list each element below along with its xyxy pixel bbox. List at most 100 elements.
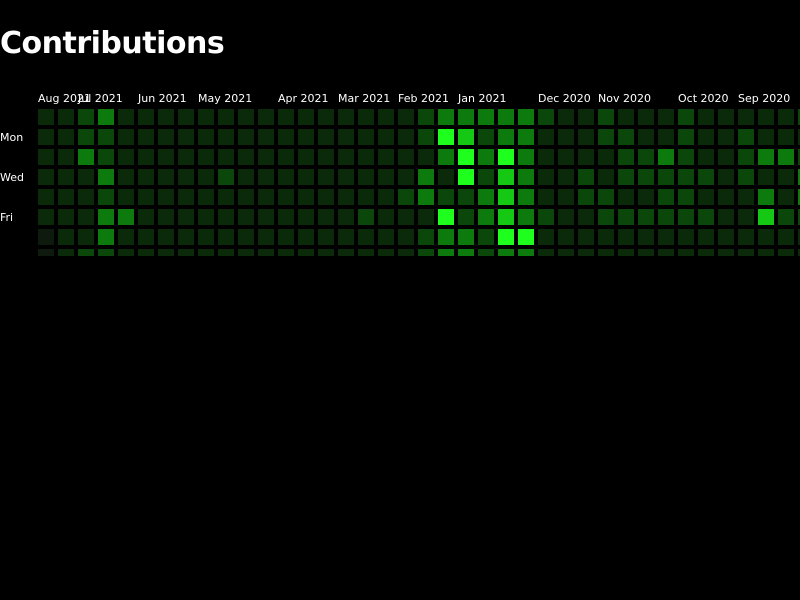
heatmap-cell	[398, 229, 414, 245]
heatmap-cell	[778, 169, 794, 185]
heatmap-cell	[398, 249, 414, 256]
heatmap-cell	[398, 169, 414, 185]
heatmap-cell	[658, 149, 674, 165]
heatmap-cell	[178, 149, 194, 165]
heatmap-cell	[538, 109, 554, 125]
heatmap-cell	[258, 189, 274, 205]
heatmap-cell	[718, 189, 734, 205]
heatmap-cell	[258, 149, 274, 165]
heatmap-cell	[458, 189, 474, 205]
heatmap-cell	[678, 109, 694, 125]
heatmap-cell	[498, 249, 514, 256]
heatmap-cell	[98, 249, 114, 256]
heatmap-cell	[218, 249, 234, 256]
heatmap-cell	[338, 229, 354, 245]
heatmap-cell	[198, 109, 214, 125]
heatmap-cell	[478, 129, 494, 145]
heatmap-cell	[478, 229, 494, 245]
heatmap-cell	[458, 149, 474, 165]
heatmap-cell	[518, 189, 534, 205]
heatmap-cell	[138, 209, 154, 225]
heatmap-cell	[358, 109, 374, 125]
heatmap-cell	[598, 249, 614, 256]
heatmap-cell	[178, 209, 194, 225]
heatmap-cell	[58, 249, 74, 256]
heatmap-cell	[518, 169, 534, 185]
heatmap-cell	[678, 249, 694, 256]
heatmap-cell	[718, 249, 734, 256]
heatmap-cell	[698, 249, 714, 256]
heatmap-cell	[458, 109, 474, 125]
heatmap-cell	[98, 129, 114, 145]
heatmap-cell	[618, 209, 634, 225]
heatmap-cell	[258, 109, 274, 125]
heatmap-cell	[378, 149, 394, 165]
heatmap-cell	[78, 189, 94, 205]
heatmap-cell	[698, 109, 714, 125]
heatmap-cell	[418, 169, 434, 185]
heatmap-cell	[778, 229, 794, 245]
heatmap-cell	[738, 169, 754, 185]
heatmap-cell	[558, 149, 574, 165]
heatmap-cell	[598, 129, 614, 145]
heatmap-cell	[358, 229, 374, 245]
heatmap-cell	[178, 229, 194, 245]
day-labels: Mon Wed Fri	[0, 131, 24, 224]
heatmap-cell	[98, 229, 114, 245]
heatmap-cell	[398, 149, 414, 165]
heatmap-cell	[138, 129, 154, 145]
heatmap-cell	[238, 129, 254, 145]
heatmap-cell	[158, 129, 174, 145]
heatmap-cell	[498, 229, 514, 245]
heatmap-cell	[278, 149, 294, 165]
heatmap-cell	[118, 109, 134, 125]
heatmap-cell	[538, 169, 554, 185]
heatmap-cell	[338, 209, 354, 225]
heatmap-cell	[358, 209, 374, 225]
heatmap-cell	[58, 229, 74, 245]
heatmap-cell	[558, 129, 574, 145]
heatmap-cell	[738, 109, 754, 125]
heatmap-cell	[498, 189, 514, 205]
heatmap-cell	[478, 249, 494, 256]
heatmap-cell	[698, 169, 714, 185]
heatmap-cell	[718, 169, 734, 185]
heatmap-cell	[298, 209, 314, 225]
heatmap-cell	[418, 109, 434, 125]
heatmap-cell	[758, 169, 774, 185]
heatmap-cell	[778, 249, 794, 256]
heatmap-cell	[58, 189, 74, 205]
heatmap-cell	[738, 129, 754, 145]
heatmap-cell	[598, 209, 614, 225]
heatmap-cell	[98, 109, 114, 125]
heatmap-cell	[178, 109, 194, 125]
heatmap-cell	[738, 149, 754, 165]
heatmap-cell	[118, 249, 134, 256]
heatmap-cell	[758, 209, 774, 225]
heatmap-cell	[178, 169, 194, 185]
heatmap-cell	[198, 209, 214, 225]
heatmap-cell	[738, 209, 754, 225]
heatmap-cell	[238, 189, 254, 205]
heatmap-cell	[238, 169, 254, 185]
heatmap-cell	[378, 189, 394, 205]
heatmap-cell	[718, 209, 734, 225]
heatmap-cell	[438, 249, 454, 256]
heatmap-cell	[438, 149, 454, 165]
heatmap-cell	[118, 169, 134, 185]
heatmap-cell	[758, 129, 774, 145]
heatmap-cell	[198, 149, 214, 165]
heatmap-cell	[178, 129, 194, 145]
heatmap-cell	[778, 209, 794, 225]
heatmap-cell	[118, 209, 134, 225]
heatmap-cell	[258, 169, 274, 185]
heatmap-cell	[218, 149, 234, 165]
heatmap-cell	[38, 169, 54, 185]
heatmap-cell	[438, 109, 454, 125]
heatmap-cell	[298, 169, 314, 185]
heatmap-cell	[78, 129, 94, 145]
heatmap-cell	[278, 129, 294, 145]
heatmap-cell	[358, 149, 374, 165]
heatmap-cell	[338, 169, 354, 185]
heatmap-cell	[458, 129, 474, 145]
